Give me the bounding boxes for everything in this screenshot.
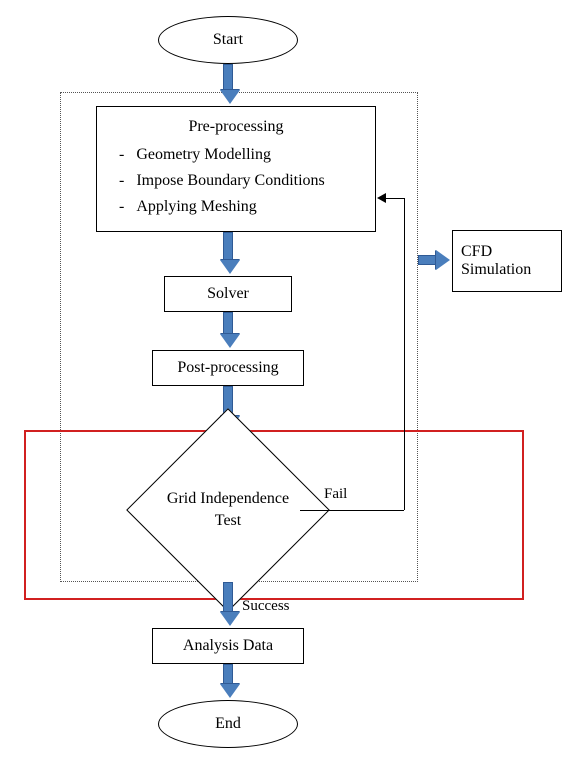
arrow-analysis-to-end [220, 664, 236, 698]
end-node: End [158, 700, 298, 748]
feedback-line [386, 198, 404, 199]
flowchart-canvas: Start Pre-processing - Geometry Modellin… [0, 0, 588, 760]
feedback-line [300, 510, 404, 511]
end-label: End [215, 715, 241, 733]
start-label: Start [213, 31, 243, 49]
fail-label: Fail [324, 486, 347, 503]
decision-node: Grid Independence Test [156, 438, 300, 582]
decision-label: Grid Independence Test [166, 488, 290, 531]
start-node: Start [158, 16, 298, 64]
cfd-simulation-label: CFD Simulation [461, 243, 553, 279]
preprocessing-item: - Impose Boundary Conditions [119, 172, 367, 190]
solver-label: Solver [207, 285, 249, 303]
feedback-line [404, 198, 405, 510]
preprocessing-title: Pre-processing [105, 118, 367, 136]
arrow-decision-to-analysis [220, 582, 236, 626]
feedback-arrowhead [377, 193, 386, 203]
cfd-simulation-label-box: CFD Simulation [452, 230, 562, 292]
postprocessing-label: Post-processing [177, 359, 278, 377]
preprocessing-item: - Applying Meshing [119, 198, 367, 216]
preprocessing-item: - Geometry Modelling [119, 146, 367, 164]
postprocessing-node: Post-processing [152, 350, 304, 386]
arrow-start-to-preprocessing [220, 64, 236, 104]
arrow-preprocessing-to-solver [220, 232, 236, 274]
solver-node: Solver [164, 276, 292, 312]
preprocessing-node: Pre-processing - Geometry Modelling - Im… [96, 106, 376, 232]
analysis-label: Analysis Data [183, 637, 273, 655]
arrow-to-cfd-box [418, 250, 450, 270]
arrow-solver-to-postprocessing [220, 312, 236, 348]
success-label: Success [242, 598, 290, 615]
analysis-node: Analysis Data [152, 628, 304, 664]
